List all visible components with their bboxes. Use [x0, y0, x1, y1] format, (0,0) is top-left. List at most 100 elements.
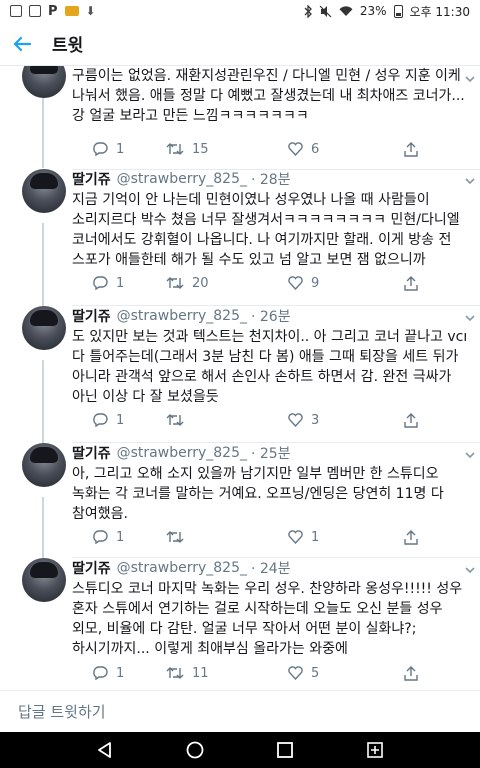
share-icon	[404, 412, 418, 428]
tweet-header: 딸기쥬 @strawberry_825_ · 28분	[72, 169, 466, 189]
back-arrow-icon	[13, 36, 32, 51]
tweet-actions: 1 15 6	[72, 140, 466, 158]
like-count: 6	[311, 141, 320, 157]
like-count: 1	[311, 529, 320, 545]
nav-extra-button[interactable]	[355, 732, 395, 768]
reply-button[interactable]: 1	[92, 530, 124, 545]
share-button[interactable]	[404, 665, 418, 681]
tweet-time: · 26분	[250, 309, 291, 325]
display-name[interactable]: 딸기쥬	[72, 558, 111, 578]
battery-percent: 23%	[359, 4, 387, 18]
avatar[interactable]	[22, 558, 66, 602]
display-name[interactable]: 딸기쥬	[72, 169, 111, 189]
page-title: 트윗	[52, 36, 84, 56]
tweet[interactable]: 구름이는 없었음. 재환지성관린우진 / 다니엘 민현 / 성우 지훈 이케 나…	[0, 66, 480, 170]
retweet-count: 20	[192, 275, 209, 291]
tweet-text: 도 있지만 보는 것과 텍스트는 천지차이.. 아 그리고 코너 끝나고 vcr…	[72, 329, 466, 405]
nav-recents-button[interactable]	[265, 732, 305, 768]
chevron-down-icon[interactable]	[464, 172, 476, 185]
download-icon: ⬇	[85, 4, 96, 18]
nav-home-button[interactable]	[175, 732, 215, 768]
tweet[interactable]: 딸기쥬 @strawberry_825_ · 24분 스튜디오 코너 마지막 녹…	[0, 558, 480, 690]
p-app-icon: P	[48, 3, 58, 19]
tweet-time: · 24분	[250, 561, 291, 577]
retweet-icon	[166, 414, 184, 426]
user-handle: @strawberry_825_	[116, 171, 247, 187]
reply-count: 1	[116, 529, 125, 545]
user-handle: @strawberry_825_	[116, 560, 247, 576]
mute-icon	[319, 5, 332, 17]
chevron-down-icon[interactable]	[464, 309, 476, 322]
tweet-text: 지금 기억이 안 나는데 민현이였나 성우였나 나올 때 사람들이 소리지르다 …	[72, 192, 460, 268]
chevron-down-icon[interactable]	[464, 561, 476, 574]
share-button[interactable]	[404, 529, 418, 545]
tweet[interactable]: 딸기쥬 @strawberry_825_ · 26분 도 있지만 보는 것과 텍…	[0, 306, 480, 443]
avatar[interactable]	[22, 66, 66, 98]
tweet-actions: 1 20 9	[72, 274, 466, 292]
retweet-button[interactable]: 15	[166, 142, 209, 157]
avatar[interactable]	[22, 443, 66, 487]
chevron-down-icon[interactable]	[464, 446, 476, 459]
like-count: 9	[311, 275, 320, 291]
share-button[interactable]	[404, 275, 418, 291]
clock: 오후 11:30	[409, 4, 470, 19]
retweet-button[interactable]: 20	[166, 276, 209, 291]
heart-icon	[288, 530, 303, 544]
like-button[interactable]: 9	[288, 276, 319, 291]
split-screen-icon	[367, 742, 383, 758]
heart-icon	[288, 276, 303, 290]
tweet-time: · 28분	[250, 172, 291, 188]
folder-icon	[64, 6, 79, 16]
like-button[interactable]: 6	[288, 142, 319, 157]
reply-icon	[93, 530, 108, 544]
retweet-count: 15	[192, 141, 209, 157]
tweet-text: 아, 그리고 오해 소지 있을까 남기지만 일부 멤버만 한 스튜디오 녹화는 …	[72, 466, 444, 522]
reply-icon	[93, 142, 108, 156]
reply-placeholder: 답글 트윗하기	[18, 703, 106, 721]
retweet-count: 11	[192, 665, 209, 681]
retweet-button[interactable]	[166, 413, 192, 427]
tweet-actions: 1 11 5	[72, 664, 466, 682]
retweet-button[interactable]: 11	[166, 666, 209, 681]
reply-button[interactable]: 1	[92, 142, 124, 157]
share-icon	[404, 141, 418, 157]
retweet-icon	[166, 143, 184, 155]
avatar[interactable]	[22, 306, 66, 350]
tweet[interactable]: 딸기쥬 @strawberry_825_ · 28분 지금 기억이 안 나는데 …	[0, 169, 480, 306]
reply-count: 1	[116, 275, 125, 291]
reply-button[interactable]: 1	[92, 666, 124, 681]
like-count: 5	[311, 665, 320, 681]
avatar[interactable]	[22, 169, 66, 213]
tweet-text: 스튜디오 코너 마지막 녹화는 우리 성우. 찬양하라 옹성우!!!!! 성우 …	[72, 581, 463, 657]
back-button[interactable]	[0, 22, 44, 66]
reply-button[interactable]: 1	[92, 276, 124, 291]
battery-icon	[393, 4, 403, 18]
tweet-header: 딸기쥬 @strawberry_825_ · 26분	[72, 306, 466, 326]
like-button[interactable]: 1	[288, 530, 319, 545]
display-name[interactable]: 딸기쥬	[72, 443, 111, 463]
retweet-button[interactable]	[166, 530, 192, 544]
tweet-actions: 1 3	[72, 411, 466, 429]
like-button[interactable]: 5	[288, 666, 319, 681]
wifi-icon	[339, 5, 353, 16]
retweet-icon	[166, 531, 184, 543]
like-button[interactable]: 3	[288, 413, 319, 428]
nav-back-button[interactable]	[85, 732, 125, 768]
share-icon	[404, 665, 418, 681]
tweet-actions: 1 1	[72, 528, 466, 546]
tweet-thread: 구름이는 없었음. 재환지성관린우진 / 다니엘 민현 / 성우 지훈 이케 나…	[0, 66, 480, 690]
reply-icon	[93, 666, 108, 680]
share-icon	[404, 275, 418, 291]
tweet-header: 딸기쥬 @strawberry_825_ · 25분	[72, 443, 466, 463]
reply-count: 1	[116, 665, 125, 681]
heart-icon	[288, 142, 303, 156]
tweet[interactable]: 딸기쥬 @strawberry_825_ · 25분 아, 그리고 오해 소지 …	[0, 443, 480, 558]
display-name[interactable]: 딸기쥬	[72, 306, 111, 326]
reply-button[interactable]: 1	[92, 413, 124, 428]
system-nav-bar	[0, 732, 480, 768]
share-button[interactable]	[404, 412, 418, 428]
heart-icon	[288, 666, 303, 680]
triangle-back-icon	[98, 742, 111, 758]
share-button[interactable]	[404, 141, 418, 157]
reply-input[interactable]: 답글 트윗하기	[0, 690, 480, 732]
